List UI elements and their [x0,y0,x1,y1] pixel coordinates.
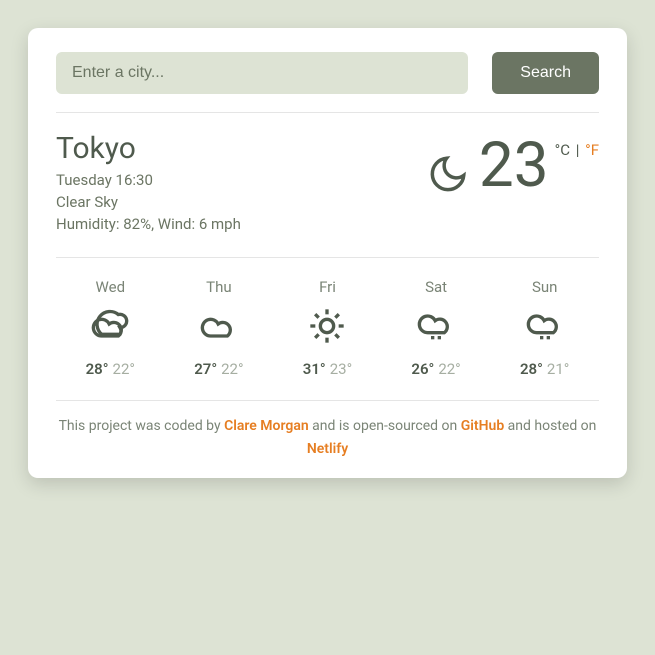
forecast-day: Sat 26°22° [411,278,460,378]
forecast-day: Thu 27°22° [194,278,243,378]
moon-icon [427,153,469,195]
forecast-temps: 31°23° [303,360,352,378]
forecast-temps: 27°22° [194,360,243,378]
current-weather: Tokyo Tuesday 16:30 Clear Sky Humidity: … [56,113,599,258]
sun-icon [307,306,347,346]
footer: This project was coded by Clare Morgan a… [56,401,599,460]
forecast-lo: 21° [547,360,569,378]
rain-icon [525,306,565,346]
forecast-lo: 22° [221,360,243,378]
forecast-day-name: Fri [303,278,352,296]
footer-text: This project was coded by [59,418,225,434]
current-details: Tokyo Tuesday 16:30 Clear Sky Humidity: … [56,131,241,235]
github-link[interactable]: GitHub [461,418,504,434]
humidity-label: Humidity [56,215,116,233]
wind-label: Wind [158,215,192,233]
current-condition: Clear Sky [56,192,241,214]
author-link[interactable]: Clare Morgan [224,418,309,434]
forecast-hi: 27° [194,360,217,378]
forecast-row: Wed 28°22° Thu 27°22° Fri 31°23° Sat [56,258,599,401]
search-row: Search [56,52,599,113]
forecast-day-name: Sat [411,278,460,296]
forecast-temps: 26°22° [411,360,460,378]
rain-icon [416,306,456,346]
forecast-day-name: Wed [86,278,135,296]
humidity-value: 82% [123,215,151,233]
forecast-lo: 23° [330,360,352,378]
current-stats: Humidity: 82%, Wind: 6 mph [56,214,241,236]
forecast-lo: 22° [113,360,135,378]
unit-toggle: °C | °F [553,135,599,159]
forecast-day: Sun 28°21° [520,278,569,378]
city-name: Tokyo [56,131,241,166]
current-temp: 23 [479,135,549,197]
unit-celsius[interactable]: °C [555,141,570,159]
weather-card: Search Tokyo Tuesday 16:30 Clear Sky Hum… [28,28,627,478]
forecast-hi: 28° [86,360,109,378]
cloud-icon [199,306,239,346]
forecast-hi: 26° [411,360,434,378]
forecast-day: Fri 31°23° [303,278,352,378]
forecast-day-name: Thu [194,278,243,296]
current-temp-block: 23 °C | °F [427,131,599,235]
wind-value: 6 mph [199,215,241,233]
forecast-hi: 28° [520,360,543,378]
cloud-icon [90,306,130,346]
forecast-lo: 22° [438,360,460,378]
current-datetime: Tuesday 16:30 [56,170,241,192]
forecast-hi: 31° [303,360,326,378]
forecast-day-name: Sun [520,278,569,296]
forecast-temps: 28°21° [520,360,569,378]
search-input[interactable] [56,52,468,94]
footer-text: and is open-sourced on [309,418,461,434]
unit-separator: | [570,141,585,159]
forecast-day: Wed 28°22° [86,278,135,378]
footer-text: and hosted on [504,418,596,434]
forecast-temps: 28°22° [86,360,135,378]
search-button[interactable]: Search [492,52,599,94]
netlify-link[interactable]: Netlify [307,441,348,457]
unit-fahrenheit[interactable]: °F [585,141,599,159]
